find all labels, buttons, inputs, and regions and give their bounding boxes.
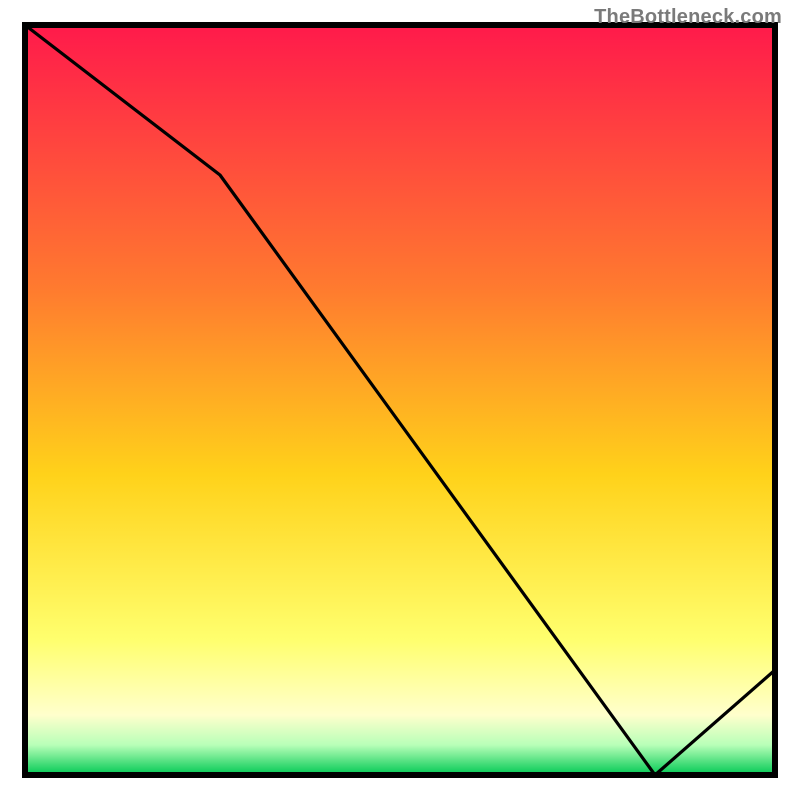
chart-container: TheBottleneck.com bbox=[0, 0, 800, 800]
bottleneck-chart bbox=[0, 0, 800, 800]
watermark-text: TheBottleneck.com bbox=[594, 6, 782, 29]
plot-background bbox=[25, 25, 775, 775]
